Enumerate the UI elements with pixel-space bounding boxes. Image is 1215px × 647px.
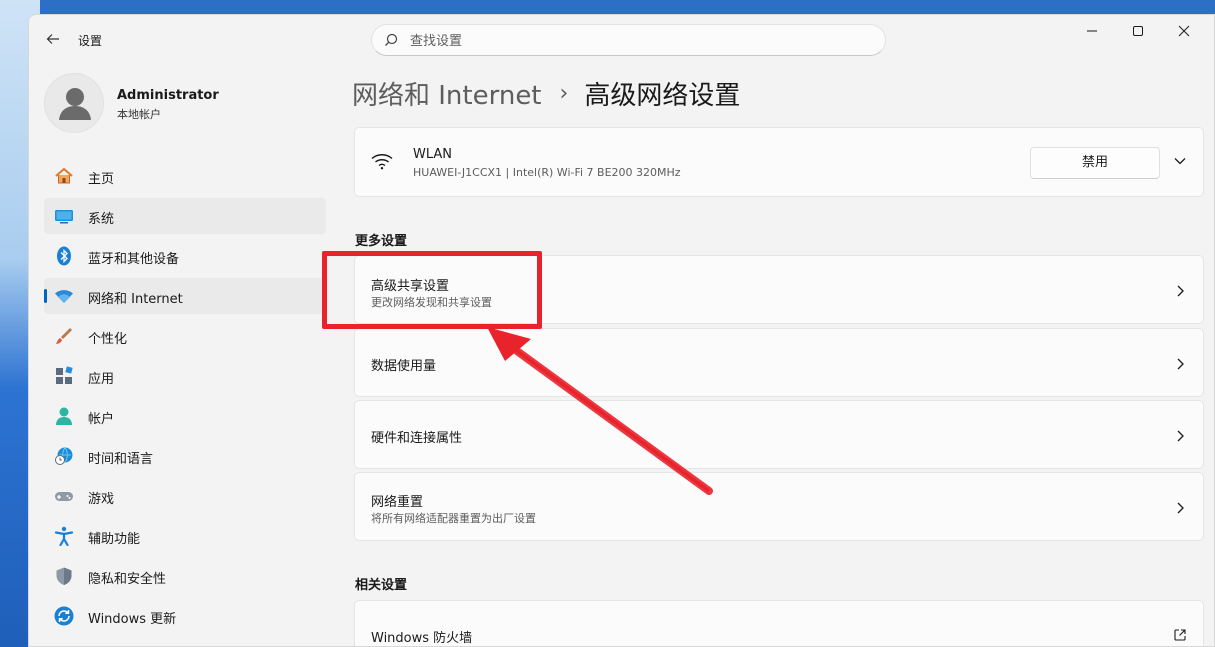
sidebar-item-label: 网络和 Internet xyxy=(88,292,183,307)
back-button[interactable] xyxy=(41,27,65,51)
wifi-icon xyxy=(371,154,393,170)
sidebar-item-bluetooth[interactable]: 蓝牙和其他设备 xyxy=(44,238,326,274)
sidebar-item-gaming[interactable]: 游戏 xyxy=(44,478,326,514)
minimize-icon xyxy=(1087,30,1097,32)
search-input[interactable] xyxy=(410,31,870,51)
personalization-icon xyxy=(56,328,72,344)
settings-window: 设置 Administrator 本地帐户 xyxy=(28,14,1215,647)
sidebar-nav: 主页 系统 蓝牙和其他设备 网络和 Internet 个性化 应用 帐户 时间和… xyxy=(44,158,326,638)
annotation-arrow xyxy=(487,327,713,495)
sidebar-item-accounts[interactable]: 帐户 xyxy=(44,398,326,434)
adapter-detail: HUAWEI-J1CCX1 | Intel(R) Wi-Fi 7 BE200 3… xyxy=(413,166,681,179)
back-arrow-icon xyxy=(46,34,59,44)
section-title-related-settings: 相关设置 xyxy=(355,578,408,593)
home-icon xyxy=(55,167,73,184)
app-title: 设置 xyxy=(78,34,103,48)
gaming-icon xyxy=(55,492,73,501)
system-icon xyxy=(55,210,73,224)
shield-icon xyxy=(56,567,72,585)
page-title: 高级网络设置 xyxy=(584,80,741,111)
sidebar-item-label: 蓝牙和其他设备 xyxy=(88,252,180,267)
sidebar-item-privacy[interactable]: 隐私和安全性 xyxy=(44,558,326,594)
adapter-card-wlan[interactable]: WLAN HUAWEI-J1CCX1 | Intel(R) Wi-Fi 7 BE… xyxy=(354,127,1204,197)
close-icon xyxy=(1178,25,1190,37)
sidebar-item-label: 个性化 xyxy=(88,332,128,347)
user-name: Administrator xyxy=(117,88,219,103)
time-language-icon xyxy=(55,447,73,465)
accessibility-icon xyxy=(54,526,74,546)
bluetooth-icon xyxy=(57,246,71,266)
maximize-icon xyxy=(1133,26,1143,36)
section-title-more-settings: 更多设置 xyxy=(355,234,408,249)
setting-title: Windows 防火墙 xyxy=(371,631,473,646)
adapter-name: WLAN xyxy=(413,147,453,162)
close-button[interactable] xyxy=(1161,21,1207,45)
active-indicator xyxy=(44,289,47,303)
setting-windows-firewall[interactable]: Windows 防火墙 xyxy=(354,600,1204,646)
sidebar-item-label: 辅助功能 xyxy=(88,532,141,547)
sidebar-item-label: 游戏 xyxy=(88,492,115,507)
breadcrumb-parent[interactable]: 网络和 Internet xyxy=(352,75,542,112)
sidebar-item-label: 隐私和安全性 xyxy=(88,572,167,587)
maximize-button[interactable] xyxy=(1115,21,1161,45)
setting-title: 网络重置 xyxy=(371,495,424,510)
search-box[interactable] xyxy=(371,24,886,56)
disable-button[interactable]: 禁用 xyxy=(1030,147,1160,179)
breadcrumb: 网络和 Internet › 高级网络设置 xyxy=(352,73,740,113)
sidebar-item-label: Windows 更新 xyxy=(88,612,177,627)
sidebar-item-label: 帐户 xyxy=(88,412,115,427)
user-icon xyxy=(59,88,91,120)
sidebar-item-personalization[interactable]: 个性化 xyxy=(44,318,326,354)
chevron-down-icon[interactable] xyxy=(1173,156,1187,166)
sidebar-item-apps[interactable]: 应用 xyxy=(44,358,326,394)
account-type: 本地帐户 xyxy=(117,108,161,121)
external-link-icon xyxy=(1174,629,1186,641)
sidebar-item-label: 应用 xyxy=(88,372,115,387)
sidebar-item-network[interactable]: 网络和 Internet xyxy=(44,278,326,314)
breadcrumb-separator: › xyxy=(559,80,569,106)
search-icon xyxy=(385,33,398,46)
avatar xyxy=(44,73,104,133)
sidebar-item-label: 主页 xyxy=(88,172,115,187)
sidebar-item-windows-update[interactable]: Windows 更新 xyxy=(44,598,326,634)
chevron-right-icon xyxy=(1177,502,1184,514)
chevron-right-icon xyxy=(1177,430,1184,442)
apps-icon xyxy=(56,366,73,384)
setting-title: 数据使用量 xyxy=(371,359,437,374)
sidebar-item-home[interactable]: 主页 xyxy=(44,158,326,194)
sidebar-item-label: 系统 xyxy=(88,212,115,227)
windows-update-icon xyxy=(54,606,74,626)
sidebar-item-accessibility[interactable]: 辅助功能 xyxy=(44,518,326,554)
sidebar-item-system[interactable]: 系统 xyxy=(44,198,326,234)
sidebar-item-label: 时间和语言 xyxy=(88,452,154,467)
network-icon xyxy=(55,290,73,303)
sidebar-item-time-language[interactable]: 时间和语言 xyxy=(44,438,326,474)
chevron-right-icon xyxy=(1177,358,1184,370)
chevron-right-icon xyxy=(1177,285,1184,297)
minimize-button[interactable] xyxy=(1069,21,1115,45)
setting-title: 硬件和连接属性 xyxy=(371,431,463,446)
account-icon xyxy=(56,407,72,425)
